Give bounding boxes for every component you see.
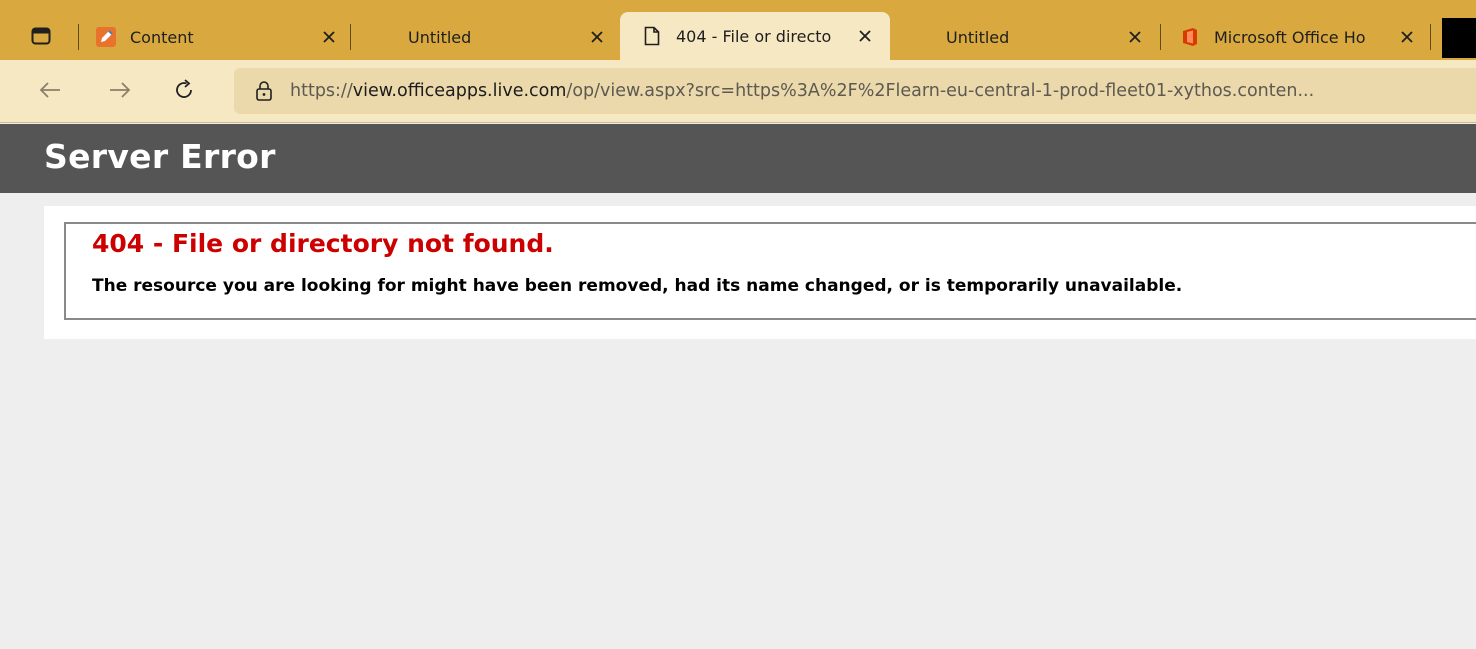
close-icon[interactable] — [1396, 26, 1418, 48]
tab-separator — [1160, 24, 1161, 50]
tab-separator — [1430, 24, 1431, 50]
browser-toolbar: https://view.officeapps.live.com/op/view… — [0, 60, 1476, 123]
forward-button[interactable] — [100, 74, 140, 110]
tab-content[interactable]: Content — [96, 14, 340, 60]
page-content: Server Error 404 - File or directory not… — [0, 124, 1476, 649]
tab-title: Microsoft Office Ho — [1214, 27, 1366, 47]
tab-untitled-2[interactable]: Untitled — [946, 14, 1146, 60]
tab-actions-icon — [31, 27, 51, 49]
page-title: Server Error — [44, 137, 276, 176]
url-scheme: https:// — [290, 81, 353, 101]
error-box: 404 - File or directory not found. The r… — [64, 222, 1476, 320]
arrow-right-icon — [108, 80, 132, 104]
tab-microsoft-office[interactable]: Microsoft Office Ho — [1180, 14, 1418, 60]
refresh-button[interactable] — [164, 74, 204, 110]
url-path: /op/view.aspx?src=https%3A%2F%2Flearn-eu… — [566, 81, 1315, 101]
back-button[interactable] — [30, 74, 70, 110]
browser-tab-strip: Content Untitled 404 - File or directo U… — [0, 0, 1476, 67]
content-panel: 404 - File or directory not found. The r… — [44, 206, 1476, 339]
pencil-edit-icon — [96, 27, 116, 47]
tab-title: Untitled — [408, 27, 472, 47]
error-message: The resource you are looking for might h… — [92, 276, 1183, 296]
lock-icon[interactable] — [252, 79, 276, 103]
tab-row: Content Untitled 404 - File or directo U… — [0, 0, 1476, 60]
close-icon[interactable] — [318, 26, 340, 48]
header-bar: Server Error — [0, 124, 1476, 193]
tab-title: 404 - File or directo — [676, 26, 832, 46]
new-tab-button[interactable] — [1442, 18, 1476, 58]
tab-title: Untitled — [946, 27, 1010, 47]
url-host: view.officeapps.live.com — [352, 81, 567, 101]
office-logo-icon — [1180, 27, 1200, 47]
refresh-icon — [172, 78, 196, 106]
error-title: 404 - File or directory not found. — [92, 229, 554, 258]
close-icon[interactable] — [854, 25, 876, 47]
address-bar[interactable]: https://view.officeapps.live.com/op/view… — [234, 68, 1476, 114]
tab-404-error[interactable]: 404 - File or directo — [620, 12, 890, 60]
close-icon[interactable] — [586, 26, 608, 48]
tab-actions-button[interactable] — [26, 25, 56, 51]
arrow-left-icon — [38, 80, 62, 104]
close-icon[interactable] — [1124, 26, 1146, 48]
tab-untitled[interactable]: Untitled — [408, 14, 608, 60]
tab-separator — [78, 24, 79, 50]
tab-title: Content — [130, 27, 194, 47]
tab-separator — [350, 24, 351, 50]
url-text: https://view.officeapps.live.com/op/view… — [290, 81, 1314, 101]
page-icon — [642, 26, 662, 46]
